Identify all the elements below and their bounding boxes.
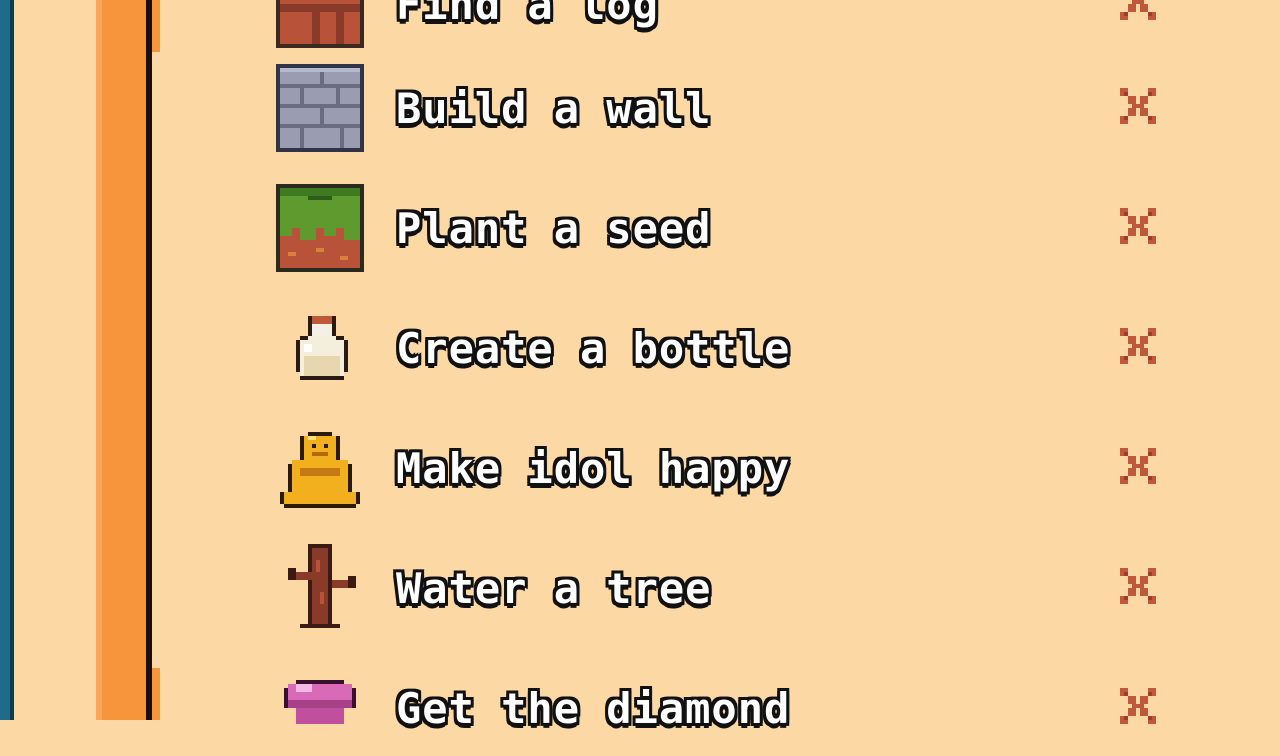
frame-notch — [152, 668, 160, 720]
frame-notch — [152, 0, 160, 52]
task-row[interactable]: Build a wall — [270, 56, 1170, 156]
frame-divider — [146, 0, 152, 720]
incomplete-x-icon — [1120, 448, 1156, 484]
task-row[interactable]: Find a log — [270, 0, 1170, 52]
task-row[interactable]: Plant a seed — [270, 176, 1170, 276]
task-row[interactable]: Make idol happy — [270, 416, 1170, 516]
task-row[interactable]: Get the diamond — [270, 656, 1170, 756]
incomplete-x-icon — [1120, 328, 1156, 364]
golden-idol-icon — [280, 432, 360, 508]
task-row[interactable]: Create a bottle — [270, 296, 1170, 396]
log-block-icon — [276, 0, 364, 48]
task-label: Find a log — [396, 0, 659, 29]
frame-panel-strip — [14, 0, 96, 720]
task-row[interactable]: Water a tree — [270, 536, 1170, 636]
task-label: Plant a seed — [396, 204, 712, 253]
grass-block-icon — [276, 184, 364, 272]
bottle-icon — [296, 316, 348, 380]
task-label: Build a wall — [396, 84, 712, 133]
incomplete-x-icon — [1120, 688, 1156, 724]
incomplete-x-icon — [1120, 0, 1156, 20]
stone-wall-icon — [276, 64, 364, 152]
tree-icon — [288, 544, 356, 628]
task-label: Make idol happy — [396, 444, 791, 493]
task-label: Create a bottle — [396, 324, 791, 373]
incomplete-x-icon — [1120, 568, 1156, 604]
frame-orange-highlight — [96, 0, 102, 720]
diamond-icon — [284, 680, 356, 724]
incomplete-x-icon — [1120, 208, 1156, 244]
incomplete-x-icon — [1120, 88, 1156, 124]
task-label: Water a tree — [396, 564, 712, 613]
task-label: Get the diamond — [396, 684, 791, 733]
frame-orange-bar — [96, 0, 146, 720]
